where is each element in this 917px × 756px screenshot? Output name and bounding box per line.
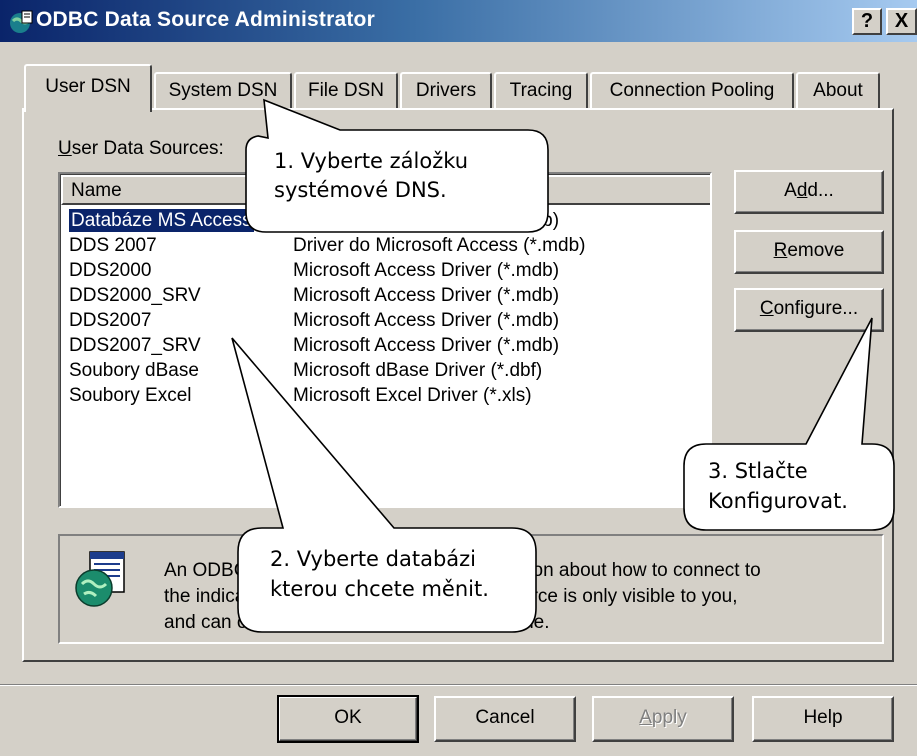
callout-step1-line2: systémové DNS. (274, 178, 447, 202)
configure-button[interactable]: Configure... (734, 288, 884, 332)
column-header-name[interactable]: Name (61, 175, 287, 205)
dsn-name: Soubory Excel (69, 385, 192, 406)
callout-step2-line2: kterou chcete měnit. (270, 577, 489, 601)
dsn-name: DDS2000 (69, 260, 152, 281)
tab-user-dsn[interactable]: User DSN (24, 64, 152, 116)
dsn-driver: Microsoft Access Driver (*.mdb) (293, 260, 560, 281)
callout-step1-line1: 1. Vyberte záložku (274, 149, 469, 173)
data-sources-list[interactable]: Name Driver Databáze MS Access Microsoft… (58, 172, 712, 508)
dsn-driver: Microsoft dBase Driver (*.dbf) (293, 360, 543, 381)
help-title-button[interactable]: ? (852, 8, 882, 35)
window-title: ODBC Data Source Administrator (36, 8, 375, 31)
remove-button[interactable]: Remove (734, 230, 884, 274)
dsn-name: DDS 2007 (69, 235, 157, 256)
dsn-name: DDS2007_SRV (69, 335, 201, 356)
footer-separator (0, 684, 917, 686)
tab-tracing[interactable]: Tracing (494, 72, 588, 110)
title-bar[interactable]: ODBC Data Source Administrator ? X (0, 0, 917, 42)
close-button[interactable]: X (886, 8, 917, 35)
odbc-datasource-icon (75, 551, 125, 607)
tab-system-dsn[interactable]: System DSN (154, 72, 292, 110)
dsn-driver: Microsoft Access Driver (*.mdb) (293, 310, 560, 331)
callout-step3-line2: Konfigurovat. (708, 489, 848, 513)
info-text-line: and can only be used on the current mach… (164, 612, 550, 633)
dsn-name: DDS2000_SRV (69, 285, 201, 306)
dsn-driver: Microsoft Access Driver (*.mdb) (293, 335, 560, 356)
dsn-driver: Driver do Microsoft Access (*.mdb) (293, 235, 586, 256)
dsn-name: Databáze MS Access (69, 209, 254, 232)
apply-button[interactable]: Apply (592, 696, 734, 742)
help-button[interactable]: Help (752, 696, 894, 742)
callout-step3-line1: 3. Stlačte (708, 459, 808, 483)
tab-file-dsn[interactable]: File DSN (294, 72, 398, 110)
user-data-sources-label: User Data Sources: (58, 138, 224, 159)
add-button[interactable]: Add... (734, 170, 884, 214)
tab-drivers[interactable]: Drivers (400, 72, 492, 110)
ok-button[interactable]: OK (277, 695, 419, 743)
dsn-name: DDS2007 (69, 310, 152, 331)
dsn-name: Soubory dBase (69, 360, 199, 381)
odbc-dialog-window: ODBC Data Source Administrator ? X User … (0, 0, 917, 756)
callout-step2-line1: 2. Vyberte databázi (270, 547, 477, 571)
tab-connection-pooling[interactable]: Connection Pooling (590, 72, 794, 110)
odbc-app-icon (10, 10, 33, 33)
dsn-driver: Microsoft Excel Driver (*.xls) (293, 385, 532, 406)
tab-about[interactable]: About (796, 72, 880, 110)
dsn-driver: Microsoft Access Driver (*.mdb) (293, 210, 560, 231)
cancel-button[interactable]: Cancel (434, 696, 576, 742)
dsn-driver: Microsoft Access Driver (*.mdb) (293, 285, 560, 306)
